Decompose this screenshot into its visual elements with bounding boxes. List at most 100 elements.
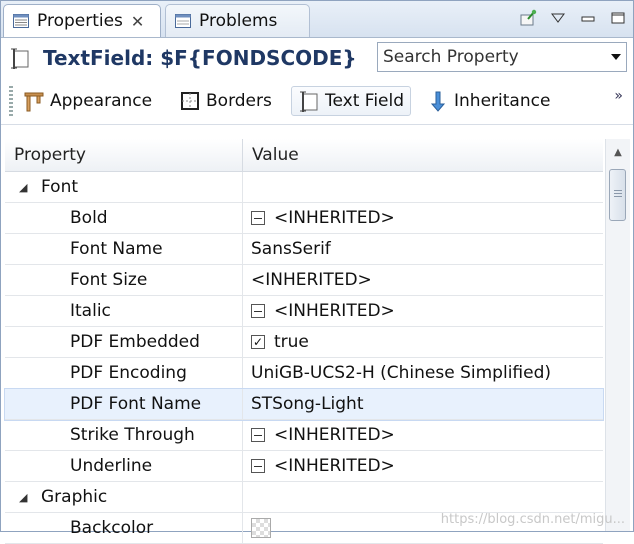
properties-icon: [12, 12, 30, 30]
element-header: TextField: $F{FONDSCODE} Search Property: [1, 38, 633, 78]
column-header-value[interactable]: Value: [243, 139, 603, 171]
checkbox-mixed[interactable]: [251, 428, 265, 442]
column-header-property[interactable]: Property: [5, 139, 243, 171]
table-row[interactable]: Strike Through <INHERITED>: [5, 420, 603, 451]
property-value: <INHERITED>: [274, 425, 395, 445]
problems-icon: [174, 12, 192, 30]
category-text-field[interactable]: Text Field: [291, 86, 412, 116]
inheritance-icon: [427, 90, 449, 112]
category-appearance[interactable]: Appearance: [17, 86, 158, 116]
property-value: <INHERITED>: [251, 270, 372, 290]
category-label: Appearance: [50, 91, 153, 111]
property-label: Underline: [70, 456, 153, 476]
property-cell: ◢ Font: [5, 172, 243, 202]
property-table: Property Value ◢ Font Bold <INHERITED> Font …: [4, 139, 604, 544]
close-icon[interactable]: ✕: [131, 12, 144, 31]
tab-label: Properties: [37, 11, 123, 31]
value-cell[interactable]: <INHERITED>: [243, 296, 603, 326]
property-label: PDF Embedded: [70, 332, 200, 352]
category-toolbar: Appearance Borders Text Field Inheritanc…: [1, 80, 633, 125]
value-cell[interactable]: <INHERITED>: [243, 420, 603, 450]
table-row[interactable]: Underline <INHERITED>: [5, 451, 603, 482]
property-cell: Strike Through: [5, 420, 243, 450]
category-label: Borders: [206, 91, 272, 111]
property-label: Font Name: [70, 239, 163, 259]
minimize-icon[interactable]: [579, 9, 597, 27]
toolbar-grip: [9, 86, 13, 118]
checkbox-mixed[interactable]: [251, 211, 265, 225]
tab-properties[interactable]: Properties ✕: [3, 4, 161, 37]
table-row[interactable]: PDF Font Name STSong-Light: [4, 388, 604, 421]
value-cell[interactable]: <INHERITED>: [243, 451, 603, 481]
property-cell: Font Size: [5, 265, 243, 295]
property-cell: Italic: [5, 296, 243, 326]
property-label: PDF Encoding: [70, 363, 187, 383]
property-cell: Backcolor: [5, 513, 243, 543]
table-row[interactable]: Bold <INHERITED>: [5, 203, 603, 234]
table-row[interactable]: Italic <INHERITED>: [5, 296, 603, 327]
property-cell: Font Name: [5, 234, 243, 264]
property-label: Bold: [70, 208, 108, 228]
color-swatch[interactable]: [251, 518, 271, 538]
property-cell: Underline: [5, 451, 243, 481]
appearance-icon: [23, 90, 45, 112]
value-cell[interactable]: UniGB-UCS2-H (Chinese Simplified): [243, 358, 603, 388]
checkbox-mixed[interactable]: [251, 459, 265, 473]
category-row[interactable]: ◢ Graphic: [5, 482, 603, 513]
property-value: true: [274, 332, 309, 352]
property-label: Font Size: [70, 270, 148, 290]
value-cell[interactable]: <INHERITED>: [243, 265, 603, 295]
property-cell: ◢ Graphic: [5, 482, 243, 512]
category-label: Inheritance: [454, 91, 551, 111]
table-row[interactable]: Font Name SansSerif: [5, 234, 603, 265]
table-row[interactable]: PDF Encoding UniGB-UCS2-H (Chinese Simpli…: [5, 358, 603, 389]
category-row[interactable]: ◢ Font: [5, 172, 603, 203]
category-label: Graphic: [41, 487, 108, 507]
property-value: UniGB-UCS2-H (Chinese Simplified): [251, 363, 552, 383]
expand-collapse-icon[interactable]: ◢: [19, 181, 29, 194]
view-toolbar: [519, 9, 627, 27]
category-label: Font: [41, 177, 79, 197]
property-value: <INHERITED>: [274, 208, 395, 228]
tab-problems[interactable]: Problems: [165, 4, 310, 37]
scrollbar-thumb[interactable]: [609, 169, 626, 221]
property-value: STSong-Light: [251, 394, 364, 414]
table-row[interactable]: PDF Embedded ✓ true: [5, 327, 603, 358]
property-cell: Bold: [5, 203, 243, 233]
scroll-up-icon[interactable]: ▲: [606, 139, 630, 165]
property-cell: PDF Font Name: [5, 389, 243, 419]
value-cell[interactable]: <INHERITED>: [243, 203, 603, 233]
properties-view: Properties ✕ Problems TextField: $F{FOND…: [0, 0, 634, 544]
value-cell[interactable]: STSong-Light: [243, 389, 603, 419]
vertical-scrollbar[interactable]: ▲: [605, 139, 630, 531]
text-field-icon: [11, 47, 31, 69]
chevron-down-icon[interactable]: [606, 53, 626, 61]
search-input[interactable]: Search Property: [378, 47, 606, 67]
property-label: PDF Font Name: [70, 394, 202, 414]
property-value: <INHERITED>: [274, 301, 395, 321]
table-row[interactable]: Font Size <INHERITED>: [5, 265, 603, 296]
value-cell: [243, 172, 603, 202]
more-categories-icon[interactable]: »: [614, 88, 623, 104]
watermark: https://blog.csdn.net/migu...: [440, 512, 625, 527]
table-header: Property Value: [5, 139, 603, 172]
text-field-icon: [298, 90, 320, 112]
pin-icon[interactable]: [519, 9, 537, 27]
property-cell: PDF Embedded: [5, 327, 243, 357]
checkbox-mixed[interactable]: [251, 304, 265, 318]
search-property-combo[interactable]: Search Property: [377, 42, 627, 72]
category-label: Text Field: [325, 91, 405, 111]
property-label: Italic: [70, 301, 111, 321]
checkbox-checked[interactable]: ✓: [251, 335, 265, 349]
expand-collapse-icon[interactable]: ◢: [19, 491, 29, 504]
value-cell[interactable]: SansSerif: [243, 234, 603, 264]
borders-icon: [179, 90, 201, 112]
maximize-icon[interactable]: [609, 9, 627, 27]
element-title: TextField: $F{FONDSCODE}: [43, 46, 357, 70]
category-inheritance[interactable]: Inheritance: [421, 86, 556, 116]
view-menu-icon[interactable]: [549, 9, 567, 27]
property-value: <INHERITED>: [274, 456, 395, 476]
category-borders[interactable]: Borders: [173, 86, 278, 116]
value-cell[interactable]: ✓ true: [243, 327, 603, 357]
property-label: Backcolor: [70, 518, 154, 538]
